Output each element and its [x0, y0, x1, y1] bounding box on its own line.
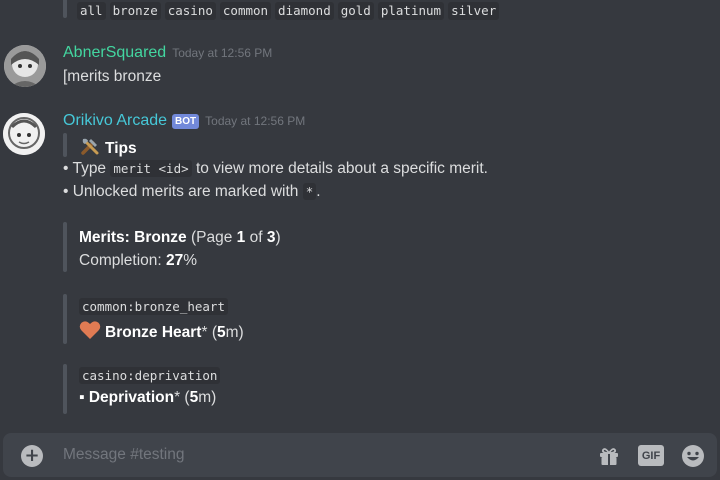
merits-summary-title: Merits: Bronze (Page 1 of 3)	[79, 229, 281, 246]
quote-bar	[63, 0, 67, 18]
merit-entry: Bronze Heart* (5m)	[79, 320, 244, 342]
inline-code: *	[302, 183, 317, 200]
tip-line: • Unlocked merits are marked with *.	[63, 183, 321, 200]
merit-id: casino:deprivation	[79, 367, 221, 385]
bot-badge: BOT	[172, 113, 200, 129]
merit-category-list: all bronze casino common diamond gold pl…	[63, 0, 500, 22]
quote-bar	[63, 222, 67, 272]
category-tag: common	[219, 2, 272, 20]
merit-id: common:bronze_heart	[79, 298, 228, 316]
completion-line: Completion: 27%	[79, 252, 198, 269]
chat-messages: all bronze casino common diamond gold pl…	[0, 0, 720, 432]
message-content: [merits bronze	[63, 68, 162, 85]
timestamp: Today at 12:56 PM	[205, 114, 306, 128]
inline-code: merit <id>	[110, 160, 192, 177]
category-tag: diamond	[275, 2, 334, 20]
category-tag: bronze	[109, 2, 161, 20]
category-tag: all	[77, 2, 106, 20]
tip-line: • Type merit <id> to view more details a…	[63, 160, 488, 177]
merit-entry: ▪ Deprivation* (5m)	[79, 389, 217, 406]
upload-button[interactable]: +	[21, 445, 43, 467]
avatar[interactable]	[4, 45, 46, 87]
emoji-icon[interactable]	[680, 443, 706, 469]
timestamp: Today at 12:56 PM	[172, 46, 273, 60]
username[interactable]: AbnerSquared	[63, 44, 166, 62]
avatar[interactable]	[3, 113, 45, 155]
quote-bar	[63, 364, 67, 414]
quote-bar	[63, 133, 67, 157]
message-input[interactable]	[63, 443, 583, 467]
message-composer: + GIF	[3, 433, 717, 477]
username[interactable]: Orikivo Arcade	[63, 112, 167, 130]
heart-icon	[79, 321, 101, 339]
category-tag: casino	[164, 2, 216, 20]
gif-button[interactable]: GIF	[638, 445, 664, 466]
gift-icon[interactable]	[597, 444, 621, 468]
category-tag: platinum	[377, 2, 445, 20]
tips-title: Tips	[79, 135, 137, 158]
category-tag: silver	[448, 2, 500, 20]
bullet: ▪	[79, 389, 89, 406]
category-tag: gold	[337, 2, 374, 20]
tools-icon	[81, 138, 99, 155]
quote-bar	[63, 294, 67, 344]
